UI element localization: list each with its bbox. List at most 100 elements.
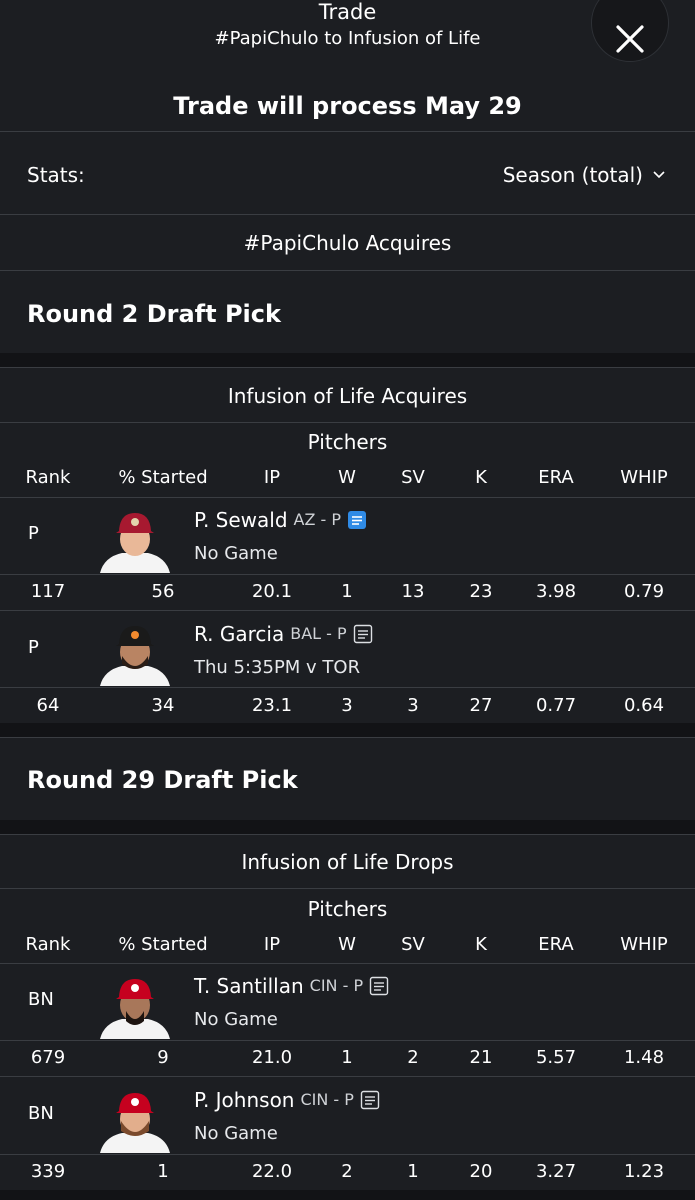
col-w: W <box>338 467 356 488</box>
stat-era: 3.98 <box>535 581 577 602</box>
player-position: P <box>28 637 39 658</box>
stat-whip: 0.64 <box>623 695 665 716</box>
stat-era: 3.27 <box>535 1161 577 1182</box>
stat-started: 9 <box>157 1047 169 1068</box>
col-sv: SV <box>401 467 425 488</box>
stat-sv: 3 <box>407 695 419 716</box>
divider <box>0 367 695 368</box>
stat-row: 117 56 20.1 1 13 23 3.98 0.79 <box>0 579 695 605</box>
stat-rank: 64 <box>36 695 60 716</box>
stat-k: 21 <box>469 1047 493 1068</box>
pitchers-heading: Pitchers <box>307 897 388 921</box>
player-name-row[interactable]: P. Johnson CIN - P <box>194 1087 380 1113</box>
divider <box>0 610 695 611</box>
stat-ip: 20.1 <box>251 581 293 602</box>
col-ip: IP <box>263 467 281 488</box>
player-position: P <box>28 523 39 544</box>
col-era: ERA <box>538 467 574 488</box>
player-position: BN <box>28 989 54 1010</box>
chevron-down-icon <box>653 171 665 179</box>
close-button[interactable] <box>591 0 669 62</box>
stat-row: 679 9 21.0 1 2 21 5.57 1.48 <box>0 1045 695 1071</box>
player-avatar[interactable] <box>96 973 174 1039</box>
player-team: CIN - P <box>300 1090 354 1109</box>
divider <box>0 1076 695 1077</box>
divider <box>0 497 695 498</box>
divider <box>0 270 695 271</box>
divider <box>0 574 695 575</box>
notes-icon[interactable] <box>353 624 373 644</box>
player-avatar[interactable] <box>96 1087 174 1153</box>
col-whip: WHIP <box>620 467 668 488</box>
col-started: % Started <box>118 467 208 488</box>
divider <box>0 687 695 688</box>
player-name: T. Santillan <box>194 974 304 998</box>
divider <box>0 737 695 738</box>
section-papichulo-acquires: #PapiChulo Acquires <box>243 231 452 255</box>
stat-era: 0.77 <box>535 695 577 716</box>
col-era: ERA <box>538 934 574 955</box>
player-name: P. Sewald <box>194 508 288 532</box>
stat-whip: 0.79 <box>623 581 665 602</box>
player-team: AZ - P <box>293 510 342 529</box>
stat-started: 1 <box>157 1161 169 1182</box>
stat-w: 3 <box>341 695 353 716</box>
divider <box>0 214 695 215</box>
process-date: Trade will process May 29 <box>173 92 522 120</box>
section-separator <box>0 820 695 834</box>
game-info: No Game <box>194 543 278 564</box>
player-position: BN <box>28 1103 54 1124</box>
stat-ip: 22.0 <box>251 1161 293 1182</box>
notes-icon[interactable] <box>360 1090 380 1110</box>
player-photo <box>100 979 170 1039</box>
stats-label: Stats: <box>27 163 85 187</box>
col-ip: IP <box>263 934 281 955</box>
divider <box>0 1154 695 1155</box>
divider <box>0 963 695 964</box>
stat-w: 1 <box>341 1047 353 1068</box>
player-avatar[interactable] <box>96 507 174 573</box>
draft-pick-round-2: Round 2 Draft Pick <box>27 300 281 328</box>
player-photo <box>100 513 170 573</box>
stat-row: 339 1 22.0 2 1 20 3.27 1.23 <box>0 1159 695 1185</box>
player-team: CIN - P <box>309 976 364 995</box>
player-name: R. Garcia <box>194 622 285 646</box>
stat-sv: 1 <box>407 1161 419 1182</box>
player-name-row[interactable]: T. Santillan CIN - P <box>194 973 389 999</box>
close-icon <box>616 25 644 53</box>
game-info: No Game <box>194 1123 278 1144</box>
player-name-row[interactable]: P. Sewald AZ - P <box>194 507 367 533</box>
divider <box>0 1040 695 1041</box>
column-headers: Rank % Started IP W SV K ERA WHIP <box>0 465 695 491</box>
section-infusion-acquires: Infusion of Life Acquires <box>227 384 468 408</box>
col-sv: SV <box>401 934 425 955</box>
stat-k: 20 <box>469 1161 493 1182</box>
col-rank: Rank <box>25 934 71 955</box>
player-avatar[interactable] <box>96 620 174 686</box>
col-rank: Rank <box>25 467 71 488</box>
player-name-row[interactable]: R. Garcia BAL - P <box>194 621 373 647</box>
divider <box>0 888 695 889</box>
stat-sv: 2 <box>407 1047 419 1068</box>
stat-whip: 1.23 <box>623 1161 665 1182</box>
player-team: BAL - P <box>290 624 347 643</box>
stat-sv: 13 <box>401 581 425 602</box>
pitchers-heading: Pitchers <box>307 430 388 454</box>
stat-started: 34 <box>151 695 175 716</box>
col-k: K <box>475 467 487 488</box>
stat-started: 56 <box>151 581 175 602</box>
col-k: K <box>475 934 487 955</box>
divider <box>0 422 695 423</box>
stat-row: 64 34 23.1 3 3 27 0.77 0.64 <box>0 693 695 719</box>
notes-icon[interactable] <box>369 976 389 996</box>
divider <box>0 834 695 835</box>
stat-ip: 21.0 <box>251 1047 293 1068</box>
stat-era: 5.57 <box>535 1047 577 1068</box>
section-separator <box>0 353 695 367</box>
draft-pick-round-29: Round 29 Draft Pick <box>27 766 298 794</box>
section-separator <box>0 1190 695 1200</box>
player-photo <box>100 626 170 686</box>
stats-dropdown[interactable]: Season (total) <box>503 162 665 188</box>
player-photo <box>100 1093 170 1153</box>
notes-active-icon[interactable] <box>347 510 367 530</box>
